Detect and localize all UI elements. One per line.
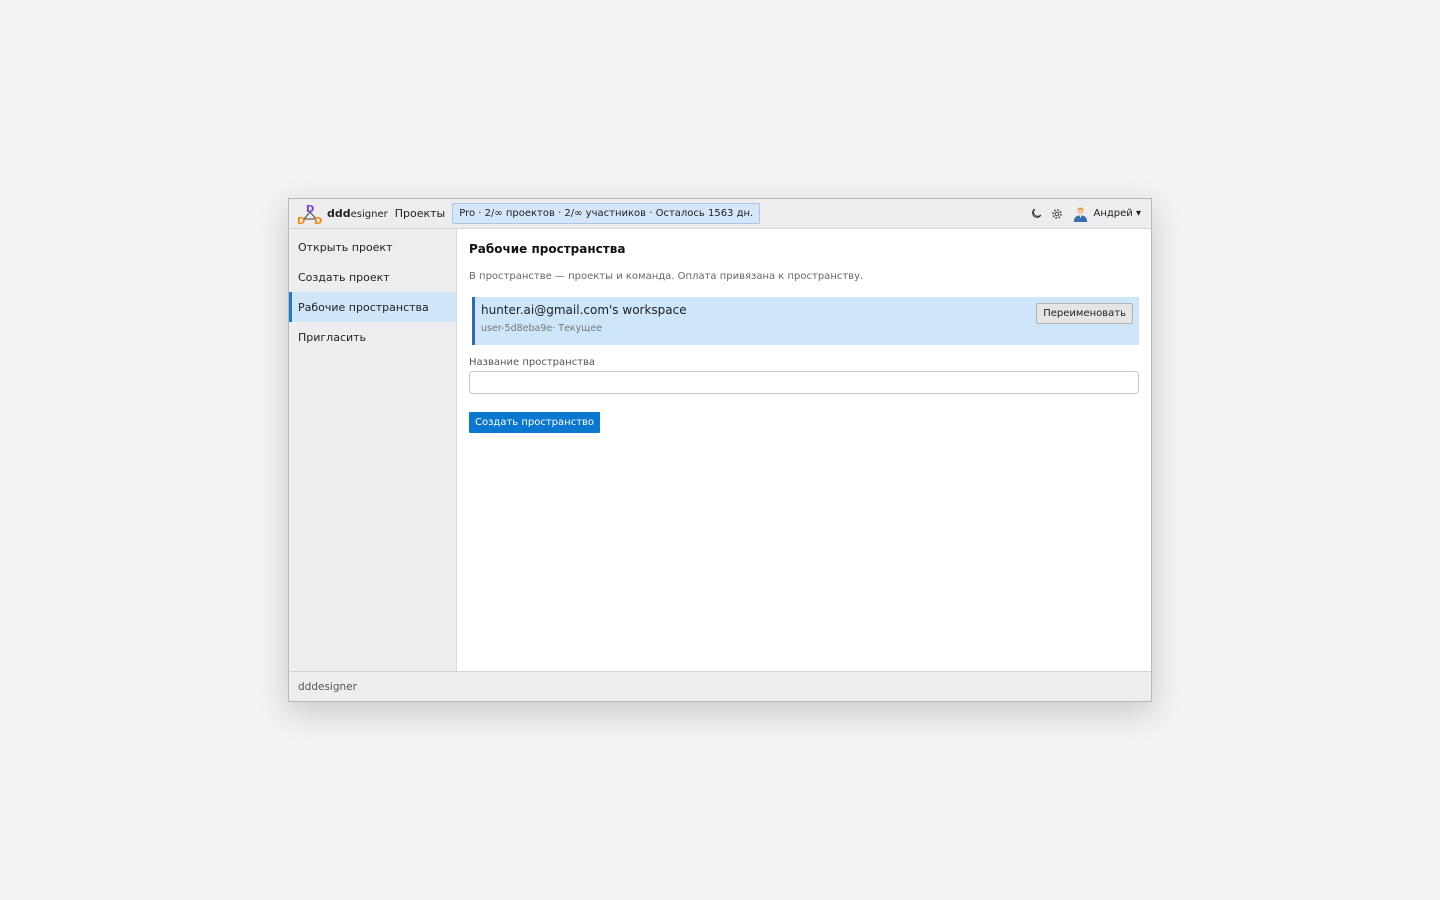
svg-text:D: D	[297, 216, 305, 225]
page-title: Рабочие пространства	[469, 242, 626, 256]
sidebar-item-label: Создать проект	[298, 270, 390, 284]
moon-icon[interactable]	[1030, 207, 1043, 220]
user-name: Андрей ▾	[1093, 208, 1142, 219]
projects-link[interactable]: Проекты	[395, 207, 446, 220]
workspace-name-label: Название пространства	[469, 357, 596, 368]
top-bar: D D D dddesigner Проекты Pro · 2/∞ проек…	[289, 199, 1151, 229]
svg-text:D: D	[314, 216, 322, 225]
footer: dddesigner	[289, 671, 1151, 701]
sidebar-item-create-project[interactable]: Создать проект	[289, 262, 456, 292]
svg-text:D: D	[306, 204, 314, 215]
logo[interactable]: D D D dddesigner	[297, 203, 388, 225]
sidebar-item-label: Пригласить	[298, 330, 367, 344]
sidebar: Открыть проект Создать проект Рабочие пр…	[289, 229, 457, 671]
page-subtitle: В пространстве — проекты и команда. Опла…	[469, 271, 864, 282]
gear-icon[interactable]	[1051, 207, 1064, 220]
sidebar-item-workspaces[interactable]: Рабочие пространства	[289, 292, 456, 322]
avatar	[1073, 207, 1087, 222]
user-menu[interactable]: Андрей ▾	[1072, 205, 1142, 222]
app-window: D D D dddesigner Проекты Pro · 2/∞ проек…	[288, 198, 1152, 702]
sidebar-item-open-project[interactable]: Открыть проект	[289, 232, 456, 262]
plan-badge: Pro · 2/∞ проектов · 2/∞ участников · Ос…	[452, 203, 761, 224]
main-content: Рабочие пространства В пространстве — пр…	[457, 229, 1151, 671]
brand-name: dddesigner	[327, 207, 388, 220]
create-workspace-button[interactable]: Создать пространство	[469, 412, 601, 433]
logo-icon: D D D	[297, 204, 322, 225]
body-area: Открыть проект Создать проект Рабочие пр…	[289, 229, 1151, 671]
workspace-card[interactable]: hunter.ai@gmail.com's workspace user-5d8…	[472, 297, 1139, 345]
footer-text: dddesigner	[298, 680, 357, 693]
sidebar-item-label: Открыть проект	[298, 240, 393, 254]
sidebar-item-label: Рабочие пространства	[298, 300, 429, 314]
sidebar-item-invite[interactable]: Пригласить	[289, 322, 456, 352]
header-actions: Андрей ▾	[1030, 205, 1142, 222]
workspace-meta: user-5d8eba9e· Текущее	[481, 323, 602, 334]
rename-button[interactable]: Переименовать	[1036, 303, 1133, 324]
workspace-name-input[interactable]	[469, 371, 1139, 394]
